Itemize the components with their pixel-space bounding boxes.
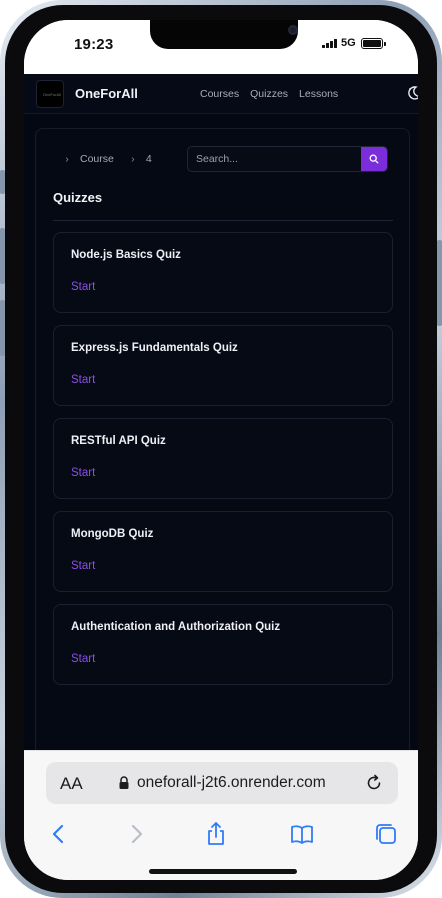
nav-link-lessons[interactable]: Lessons (299, 88, 338, 100)
lock-icon (119, 776, 129, 789)
search-input[interactable] (188, 147, 363, 171)
logo[interactable]: OneForAll (36, 80, 64, 108)
browser-bottom-bar: AA oneforall-j2t6.onrender.com (24, 750, 418, 880)
address-bar[interactable]: AA oneforall-j2t6.onrender.com (46, 762, 398, 804)
quiz-title: RESTful API Quiz (71, 435, 166, 447)
theme-toggle-icon[interactable] (406, 85, 418, 101)
quiz-start-link[interactable]: Start (71, 653, 95, 665)
breadcrumb-item-course[interactable]: Course (80, 153, 114, 165)
breadcrumb-item-current[interactable]: 4 (146, 153, 152, 165)
quiz-title: Node.js Basics Quiz (71, 249, 181, 261)
quiz-card: RESTful API Quiz Start (53, 418, 393, 499)
power-button (437, 240, 442, 326)
dynamic-island (150, 20, 298, 49)
tabs-icon[interactable] (373, 821, 399, 847)
home-indicator (149, 869, 297, 874)
back-icon[interactable] (46, 821, 72, 847)
quiz-start-link[interactable]: Start (71, 560, 95, 572)
search-button[interactable] (361, 147, 387, 171)
network-type: 5G (341, 37, 356, 49)
search-icon (369, 154, 379, 164)
quiz-start-link[interactable]: Start (71, 281, 95, 293)
chevron-right-icon: › (131, 153, 135, 165)
nav-link-courses[interactable]: Courses (200, 88, 239, 100)
divider (53, 220, 393, 221)
reload-icon[interactable] (364, 773, 384, 793)
page-title: Quizzes (53, 190, 103, 205)
url-text[interactable]: oneforall-j2t6.onrender.com (137, 774, 326, 792)
text-size-button[interactable]: AA (60, 774, 83, 794)
quiz-card: Node.js Basics Quiz Start (53, 232, 393, 313)
quiz-card: Express.js Fundamentals Quiz Start (53, 325, 393, 406)
chevron-right-icon: › (65, 153, 69, 165)
navbar: OneForAll OneForAll Courses Quizzes Less… (24, 74, 418, 114)
quiz-list: Node.js Basics Quiz Start Express.js Fun… (53, 232, 393, 697)
screen: 19:23 5G OneForAll OneForAll Courses Qui… (24, 20, 418, 880)
camera-icon (288, 25, 298, 35)
quiz-title: Express.js Fundamentals Quiz (71, 342, 238, 354)
status-time: 19:23 (74, 36, 114, 53)
battery-icon (361, 38, 386, 49)
brand-name[interactable]: OneForAll (75, 86, 138, 101)
share-icon[interactable] (203, 821, 229, 847)
quiz-start-link[interactable]: Start (71, 374, 95, 386)
quiz-title: Authentication and Authorization Quiz (71, 621, 281, 633)
quiz-card: MongoDB Quiz Start (53, 511, 393, 592)
signal-icon (322, 39, 337, 48)
forward-icon[interactable] (123, 821, 149, 847)
status-bar: 19:23 5G (24, 20, 418, 74)
nav-link-quizzes[interactable]: Quizzes (250, 88, 288, 100)
bookmarks-icon[interactable] (289, 821, 315, 847)
search-box (187, 146, 388, 172)
breadcrumb: › Course › 4 (60, 153, 164, 165)
content-panel: › Course › 4 Quizzes Node.js Basics Qu (35, 128, 410, 750)
web-app: OneForAll OneForAll Courses Quizzes Less… (24, 74, 418, 750)
nav-links: Courses Quizzes Lessons (200, 88, 338, 100)
quiz-start-link[interactable]: Start (71, 467, 95, 479)
browser-toolbar (24, 817, 418, 853)
quiz-card: Authentication and Authorization Quiz St… (53, 604, 393, 685)
quiz-title: MongoDB Quiz (71, 528, 154, 540)
